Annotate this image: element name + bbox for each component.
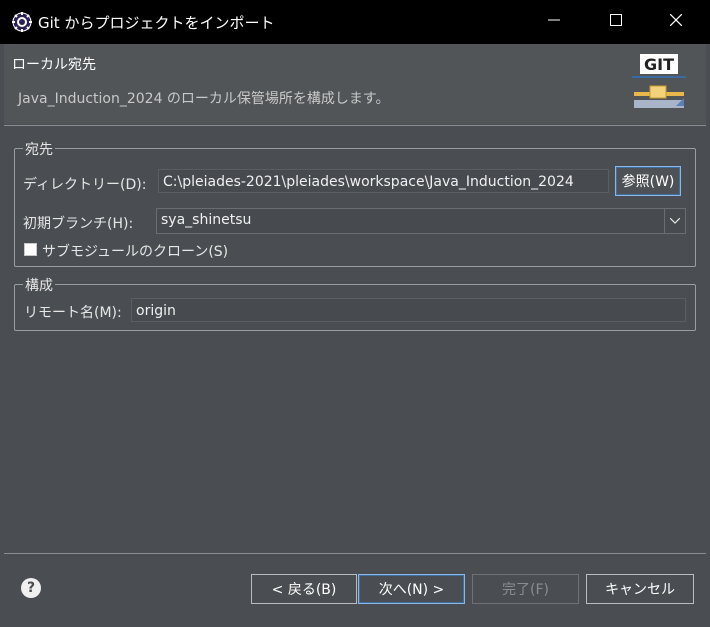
svg-text:GIT: GIT — [644, 55, 674, 74]
git-logo-icon: GIT — [632, 52, 686, 110]
cancel-button[interactable]: キャンセル — [586, 574, 694, 604]
branch-select[interactable]: sya_shinetsu — [156, 208, 686, 234]
back-button[interactable]: < 戻る(B) — [251, 574, 357, 604]
destination-group-title: 宛先 — [23, 139, 55, 159]
configuration-group-title: 構成 — [23, 275, 55, 295]
branch-value: sya_shinetsu — [161, 212, 252, 228]
eclipse-icon — [12, 12, 32, 32]
maximize-icon — [610, 14, 622, 30]
remote-name-input[interactable]: origin — [131, 298, 686, 322]
help-icon[interactable]: ? — [21, 578, 41, 598]
chevron-down-icon[interactable] — [664, 209, 685, 233]
submodule-label[interactable]: サブモジュールのクローン(S) — [42, 241, 228, 261]
header-separator — [4, 125, 706, 126]
minimize-icon — [548, 14, 560, 30]
directory-label: ディレクトリー(D): — [23, 177, 147, 193]
finish-button[interactable]: 完了(F) — [472, 574, 579, 604]
page-title: ローカル宛先 — [12, 57, 96, 73]
browse-button[interactable]: 参照(W) — [615, 166, 681, 196]
close-button[interactable] — [653, 0, 699, 44]
footer-separator — [4, 553, 706, 554]
maximize-button[interactable] — [593, 0, 639, 44]
minimize-button[interactable] — [531, 0, 577, 44]
close-icon — [669, 13, 683, 30]
next-button[interactable]: 次へ(N) > — [358, 574, 465, 604]
branch-label: 初期ブランチ(H): — [23, 216, 134, 232]
wizard-header: ローカル宛先 Java_Induction_2024 のローカル保管場所を構成し… — [4, 44, 706, 124]
directory-input[interactable]: C:\pleiades-2021\pleiades\workspace\Java… — [158, 169, 609, 193]
window-title: Git からプロジェクトをインポート — [38, 14, 275, 32]
title-bar: Git からプロジェクトをインポート — [0, 0, 710, 44]
submodule-checkbox[interactable] — [24, 243, 37, 256]
page-description: Java_Induction_2024 のローカル保管場所を構成します。 — [18, 91, 390, 107]
remote-name-label: リモート名(M): — [24, 305, 122, 321]
